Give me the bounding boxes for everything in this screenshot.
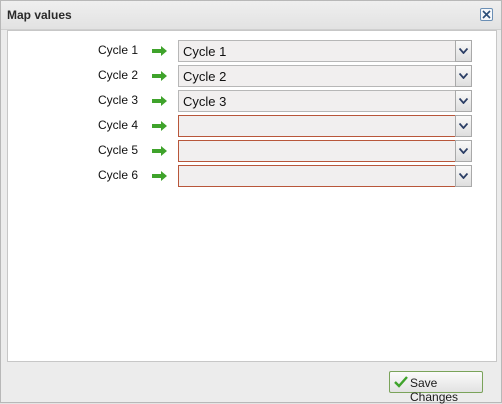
mapping-row: Cycle 1 Cycle 1 [8, 40, 496, 62]
chevron-down-icon [459, 148, 468, 154]
dropdown-trigger[interactable] [455, 115, 472, 137]
chevron-down-icon [459, 48, 468, 54]
mapping-row: Cycle 2 Cycle 2 [8, 65, 496, 87]
source-value-label: Cycle 6 [97, 168, 138, 182]
arrow-right-icon [152, 46, 167, 56]
arrow-right-icon [152, 146, 167, 156]
source-value-label: Cycle 1 [97, 43, 138, 57]
target-value-select[interactable] [178, 165, 472, 187]
dropdown-trigger[interactable] [455, 140, 472, 162]
source-value-label: Cycle 4 [97, 118, 138, 132]
target-value-select[interactable]: Cycle 1 [178, 40, 472, 62]
chevron-down-icon [459, 173, 468, 179]
arrow-right-icon [152, 171, 167, 181]
map-values-dialog: Map values Cycle 1 Cycle 1 Cycle 2 Cycle… [0, 0, 502, 404]
arrow-right-icon [152, 121, 167, 131]
check-icon [394, 376, 408, 388]
mapping-row: Cycle 5 [8, 140, 496, 162]
dropdown-trigger[interactable] [455, 165, 472, 187]
mapping-panel: Cycle 1 Cycle 1 Cycle 2 Cycle 2 Cycle 3 … [7, 30, 497, 362]
chevron-down-icon [459, 123, 468, 129]
save-changes-button[interactable]: Save Changes [389, 371, 483, 404]
arrow-right-icon [152, 71, 167, 81]
source-value-label: Cycle 5 [97, 143, 138, 157]
select-value: Cycle 3 [183, 94, 227, 109]
mapping-row: Cycle 3 Cycle 3 [8, 90, 496, 112]
target-value-select[interactable] [178, 140, 472, 162]
dropdown-trigger[interactable] [455, 40, 472, 62]
select-value: Cycle 1 [183, 44, 227, 59]
dialog-titlebar[interactable]: Map values [1, 1, 501, 30]
mapping-row: Cycle 6 [8, 165, 496, 187]
target-value-select[interactable] [178, 115, 472, 137]
chevron-down-icon [459, 98, 468, 104]
dropdown-trigger[interactable] [455, 90, 472, 112]
target-value-select[interactable]: Cycle 2 [178, 65, 472, 87]
arrow-right-icon [152, 96, 167, 106]
chevron-down-icon [459, 73, 468, 79]
select-value: Cycle 2 [183, 69, 227, 84]
save-changes-label: Save Changes [410, 376, 459, 404]
source-value-label: Cycle 3 [97, 93, 138, 107]
target-value-select[interactable]: Cycle 3 [178, 90, 472, 112]
close-icon [482, 10, 491, 19]
mapping-row: Cycle 4 [8, 115, 496, 137]
source-value-label: Cycle 2 [97, 68, 138, 82]
dialog-title: Map values [7, 8, 72, 22]
close-button[interactable] [480, 8, 493, 21]
dropdown-trigger[interactable] [455, 65, 472, 87]
